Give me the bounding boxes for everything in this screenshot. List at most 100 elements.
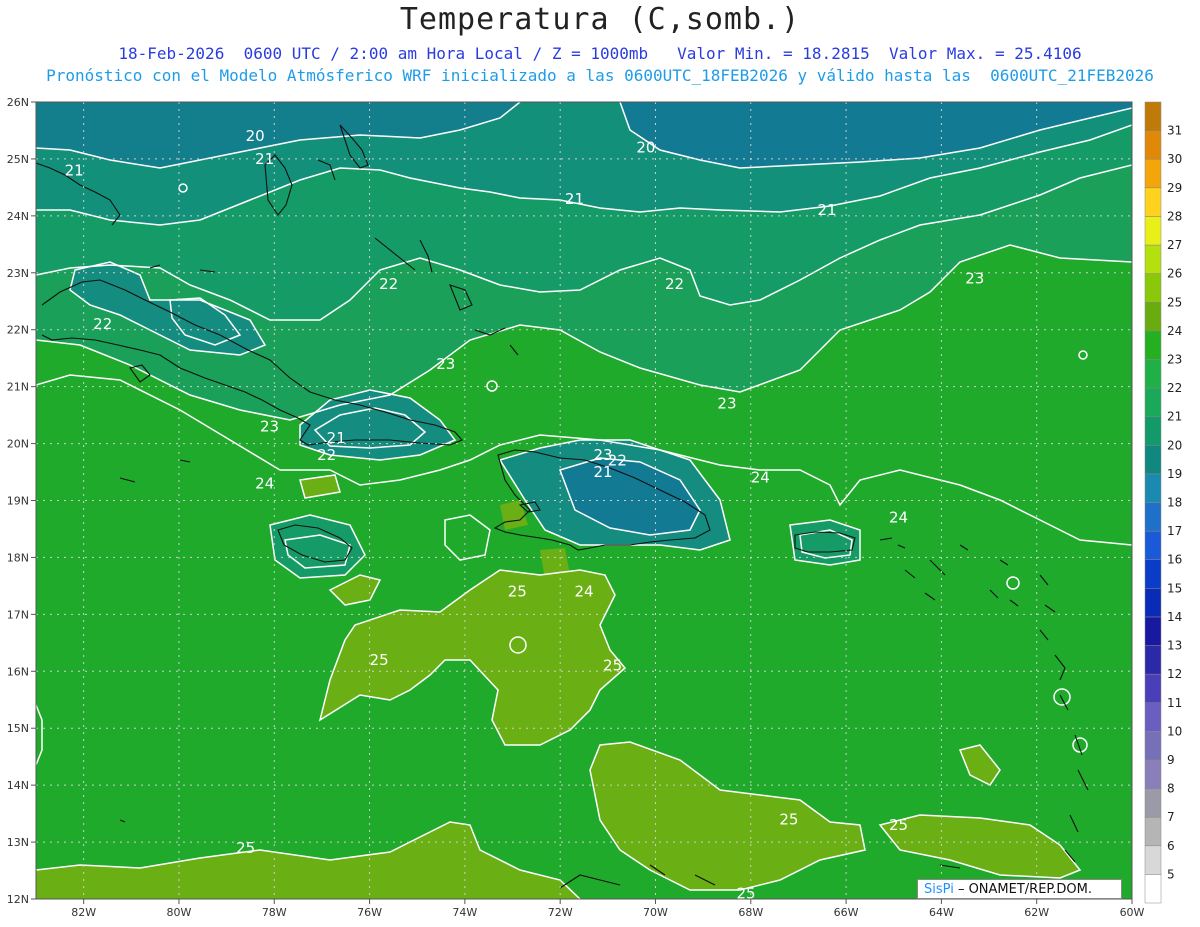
contour-label: 24: [889, 509, 908, 527]
tick-label-lon: 72W: [548, 906, 573, 919]
tick-label-lat: 19N: [7, 495, 29, 508]
colorbar-label: 5: [1167, 867, 1175, 881]
colorbar-label: 31: [1167, 124, 1182, 138]
tick-label-lon: 60W: [1120, 906, 1145, 919]
contour-label: 22: [379, 275, 398, 293]
contour-label: 23: [260, 417, 279, 435]
contour-label: 21: [255, 150, 274, 168]
contour-label: 20: [636, 139, 655, 157]
tick-label-lat: 15N: [7, 722, 29, 735]
colorbar-label: 19: [1167, 467, 1182, 481]
colorbar-label: 23: [1167, 352, 1182, 366]
tick-label-lon: 66W: [834, 906, 859, 919]
colorbar-label: 15: [1167, 581, 1182, 595]
contour-label: 21: [594, 463, 613, 481]
colorbar-swatch: [1144, 759, 1162, 789]
warm-spot-3: [540, 548, 570, 580]
contour-label: 24: [751, 469, 770, 487]
contour-label: 25: [889, 816, 908, 834]
colorbar-swatch: [1144, 874, 1162, 904]
colorbar-swatch: [1144, 788, 1162, 818]
tick-label-lat: 18N: [7, 551, 29, 564]
contour-label: 25: [370, 651, 389, 669]
colorbar: 5 6 7 8 9 10 11 12 13 14 15 16 17 18 19 20 21 22 23 24 25 26 2…: [1144, 101, 1182, 904]
tick-label-lat: 25N: [7, 153, 29, 166]
tick-label-lat: 13N: [7, 836, 29, 849]
colorbar-swatch: [1144, 473, 1162, 503]
contour-label: 21: [327, 429, 346, 447]
colorbar-label: 18: [1167, 496, 1182, 510]
colorbar-swatch: [1144, 530, 1162, 560]
tick-label-lon: 78W: [262, 906, 287, 919]
colorbar-swatch: [1144, 616, 1162, 646]
colorbar-label: 21: [1167, 410, 1182, 424]
colorbar-swatch: [1144, 816, 1162, 847]
page-title: Temperatura (C,somb.): [399, 2, 801, 37]
colorbar-label: 14: [1167, 610, 1182, 624]
colorbar-swatch: [1144, 416, 1162, 446]
colorbar-swatch: [1144, 845, 1162, 875]
colorbar-swatch: [1144, 302, 1162, 332]
colorbar-swatch: [1144, 559, 1162, 589]
colorbar-label: 13: [1167, 639, 1182, 653]
colorbar-label: 27: [1167, 238, 1182, 252]
contour-label: 25: [508, 583, 527, 601]
tick-label-lat: 12N: [7, 893, 29, 906]
colorbar-label: 29: [1167, 181, 1182, 195]
tick-label-lat: 20N: [7, 438, 29, 451]
tick-label-lon: 76W: [357, 906, 382, 919]
tick-label-lat: 26N: [7, 96, 29, 109]
contour-label: 23: [717, 395, 736, 413]
tick-label-lat: 21N: [7, 381, 29, 394]
subtitle-run-info: 18-Feb-2026 0600 UTC / 2:00 am Hora Loca…: [118, 44, 1082, 63]
contour-label: 25: [603, 657, 622, 675]
tick-label-lat: 17N: [7, 608, 29, 621]
colorbar-label: 12: [1167, 667, 1182, 681]
colorbar-swatch: [1144, 187, 1162, 217]
colorbar-label: 9: [1167, 753, 1175, 767]
colorbar-label: 28: [1167, 209, 1182, 223]
contour-label: 21: [65, 161, 84, 179]
colorbar-label: 17: [1167, 524, 1182, 538]
contour-label: 20: [246, 127, 265, 145]
temperature-map: 20212120212122 22 23222323232122 232221 2424…: [7, 96, 1183, 919]
colorbar-swatch: [1144, 445, 1162, 475]
colorbar-swatch: [1144, 502, 1162, 532]
tick-label-lon: 74W: [452, 906, 477, 919]
map-plot-area: 20212120212122 22 23222323232122 232221 2424…: [36, 102, 1132, 902]
contour-label: 21: [565, 190, 584, 208]
colorbar-swatch: [1144, 216, 1162, 246]
colorbar-swatch: [1144, 588, 1162, 618]
contour-label: 21: [817, 201, 836, 219]
contour-label: 25: [236, 839, 255, 857]
colorbar-label: 26: [1167, 267, 1182, 281]
tick-label-lon: 62W: [1024, 906, 1049, 919]
colorbar-swatch: [1144, 158, 1162, 189]
tick-label-lat: 23N: [7, 267, 29, 280]
contour-label: 22: [317, 446, 336, 464]
contour-label: 23: [436, 355, 455, 373]
subtitle-model-info: Pronóstico con el Modelo Atmósferico WRF…: [46, 66, 1154, 85]
colorbar-label: 25: [1167, 295, 1182, 309]
colorbar-label: 7: [1167, 810, 1175, 824]
credit-org: – ONAMET/REP.DOM.: [953, 882, 1092, 897]
colorbar-swatch: [1144, 130, 1162, 160]
colorbar-swatch: [1144, 273, 1162, 303]
colorbar-label: 11: [1167, 696, 1182, 710]
contour-label: 25: [736, 884, 755, 902]
colorbar-label: 6: [1167, 839, 1175, 853]
contour-label: 24: [574, 583, 593, 601]
colorbar-swatch: [1144, 387, 1162, 417]
colorbar-swatch: [1144, 702, 1162, 732]
tick-label-lon: 68W: [738, 906, 763, 919]
colorbar-label: 20: [1167, 438, 1182, 452]
credit-sis: SisPi: [924, 882, 954, 897]
tick-label-lat: 14N: [7, 779, 29, 792]
colorbar-label: 22: [1167, 381, 1182, 395]
contour-label: 23: [965, 269, 984, 287]
tick-label-lon: 70W: [643, 906, 668, 919]
tick-label-lat: 16N: [7, 665, 29, 678]
colorbar-swatch: [1144, 731, 1162, 761]
colorbar-swatch: [1144, 645, 1162, 675]
tick-label-lon: 82W: [71, 906, 96, 919]
